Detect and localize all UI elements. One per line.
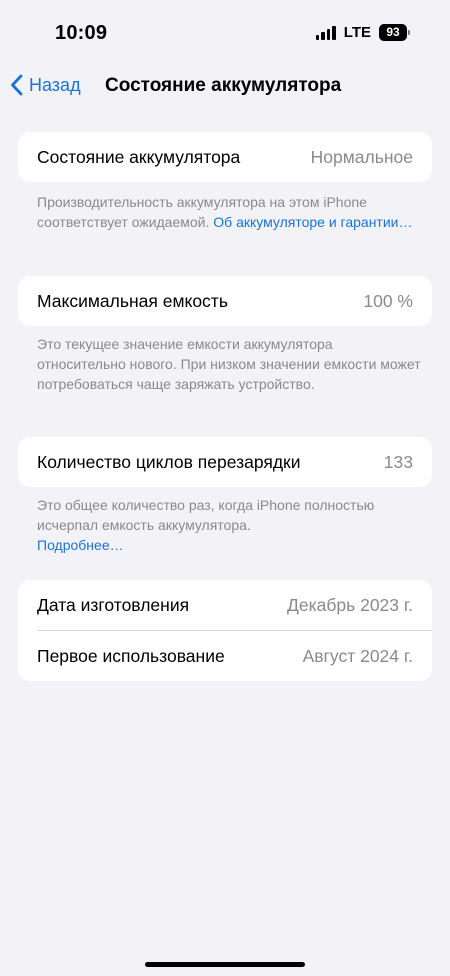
max-capacity-label: Максимальная емкость <box>37 290 228 311</box>
status-time: 10:09 <box>55 22 108 44</box>
first-use-value: Август 2024 г. <box>302 645 413 666</box>
status-bar: 10:09 LTE 93 <box>0 0 450 64</box>
network-type: LTE <box>343 24 371 41</box>
battery-health-row[interactable]: Состояние аккумулятора Нормальное <box>18 132 432 182</box>
chevron-left-icon <box>10 74 23 96</box>
max-capacity-row: Максимальная емкость 100 % <box>18 276 432 326</box>
cycle-count-value: 133 <box>383 451 413 472</box>
battery-health-footnote: Производительность аккумулятора на этом … <box>37 192 422 232</box>
back-label: Назад <box>29 74 81 95</box>
manufacture-date-label: Дата изготовления <box>37 594 190 615</box>
cycle-count-row: Количество циклов перезарядки 133 <box>18 437 432 487</box>
max-capacity-value: 100 % <box>363 290 413 311</box>
dates-card: Дата изготовления Декабрь 2023 г. Первое… <box>18 580 432 681</box>
home-indicator[interactable] <box>145 962 305 967</box>
back-button[interactable]: Назад <box>10 74 81 96</box>
manufacture-date-row: Дата изготовления Декабрь 2023 г. <box>18 580 432 630</box>
max-capacity-card: Максимальная емкость 100 % <box>18 276 432 326</box>
page-title: Состояние аккумулятора <box>105 75 342 96</box>
status-indicators: LTE 93 <box>315 24 410 41</box>
first-use-row: Первое использование Август 2024 г. <box>18 631 432 681</box>
battery-icon: 93 <box>379 24 410 41</box>
battery-health-label: Состояние аккумулятора <box>37 146 241 167</box>
navigation-bar: Назад Состояние аккумулятора <box>0 64 450 110</box>
cellular-signal-icon <box>315 25 336 40</box>
cycle-count-card: Количество циклов перезарядки 133 <box>18 437 432 487</box>
battery-health-card: Состояние аккумулятора Нормальное <box>18 132 432 182</box>
cycle-count-label: Количество циклов перезарядки <box>37 451 301 472</box>
max-capacity-footnote: Это текущее значение емкости аккумулятор… <box>37 336 421 392</box>
cycle-count-footnote-text: Это общее количество раз, когда iPhone п… <box>37 497 375 533</box>
manufacture-date-value: Декабрь 2023 г. <box>287 594 413 615</box>
battery-level: 93 <box>379 24 407 41</box>
learn-more-link[interactable]: Подробнее… <box>37 537 124 553</box>
battery-warranty-link[interactable]: Об аккумуляторе и гарантии… <box>213 214 412 230</box>
battery-health-value: Нормальное <box>310 146 413 167</box>
cycle-count-footnote: Это общее количество раз, когда iPhone п… <box>37 495 422 555</box>
first-use-label: Первое использование <box>37 645 225 666</box>
